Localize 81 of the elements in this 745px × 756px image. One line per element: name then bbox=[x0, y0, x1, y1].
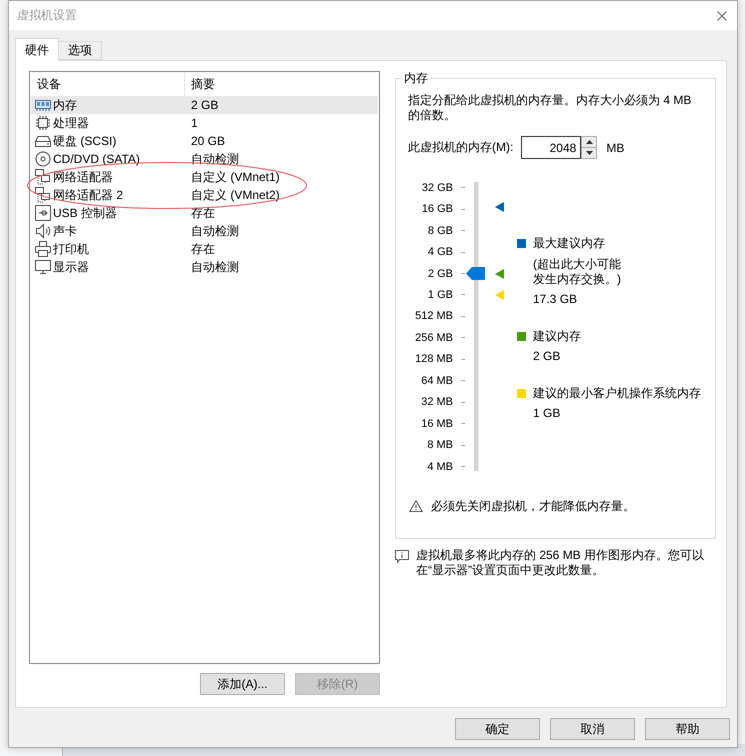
tab[interactable]: 选项 bbox=[58, 41, 102, 60]
disc-icon bbox=[35, 151, 51, 167]
device-name: 网络适配器 bbox=[53, 168, 113, 186]
scale-label: 256 MB bbox=[415, 332, 453, 344]
group-title: 内存 bbox=[402, 71, 430, 86]
device-name: 声卡 bbox=[53, 222, 77, 240]
linked-monitors-icon bbox=[35, 169, 51, 185]
device-row[interactable]: 网络适配器 2 自定义 (VMnet2) bbox=[31, 186, 378, 204]
device-name: 显示器 bbox=[53, 258, 89, 276]
window-title: 虚拟机设置 bbox=[17, 7, 77, 24]
device-row[interactable]: 声卡 自动检测 bbox=[31, 222, 378, 240]
warning-icon bbox=[409, 500, 423, 512]
device-name: 硬盘 (SCSI) bbox=[53, 132, 116, 150]
device-summary: 存在 bbox=[190, 240, 216, 258]
legend-label: 建议内存 bbox=[533, 328, 581, 344]
device-row[interactable]: 网络适配器 自定义 (VMnet1) bbox=[31, 168, 378, 186]
device-summary: 存在 bbox=[190, 204, 216, 222]
down-arrow-icon bbox=[586, 151, 593, 155]
scale-label: 128 MB bbox=[415, 353, 453, 366]
device-summary: 自动检测 bbox=[190, 258, 240, 276]
device-name: 打印机 bbox=[53, 240, 89, 258]
memory-unit: MB bbox=[606, 140, 624, 154]
memory-label: 此虚拟机的内存(M): bbox=[408, 139, 514, 156]
memory-description: 指定分配给此虚拟机的内存量。内存大小必须为 4 MB 的倍数。 bbox=[408, 93, 692, 123]
slider-thumb[interactable] bbox=[466, 267, 485, 280]
spin-down-button[interactable] bbox=[581, 147, 596, 158]
up-arrow-icon bbox=[586, 140, 593, 144]
dialog-button[interactable]: 帮助 bbox=[645, 718, 730, 740]
memory-module-icon bbox=[35, 97, 51, 113]
device-summary: 2 GB bbox=[190, 98, 220, 112]
device-summary: 1 bbox=[190, 116, 199, 130]
device-row[interactable]: 打印机 存在 bbox=[31, 240, 378, 258]
linked-monitors-icon bbox=[35, 187, 51, 203]
scale-label: 8 GB bbox=[428, 224, 453, 237]
scale-label: 4 GB bbox=[428, 246, 453, 258]
device-summary: 自定义 (VMnet2) bbox=[190, 186, 281, 204]
legend-label: 建议的最小客户机操作系统内存 bbox=[533, 385, 701, 401]
device-name: 处理器 bbox=[53, 114, 89, 132]
legend-label: 最大建议内存 bbox=[533, 235, 606, 251]
tab[interactable]: 硬件 bbox=[15, 38, 59, 61]
info-bubble-icon bbox=[395, 550, 409, 563]
device-summary: 自动检测 bbox=[190, 222, 240, 240]
scale-label: 1 GB bbox=[428, 288, 453, 301]
legend-value: 2 GB bbox=[533, 348, 562, 364]
spin-up-button[interactable] bbox=[581, 137, 596, 147]
add-button[interactable]: 添加(A)... bbox=[200, 673, 285, 695]
legend-value: 17.3 GB bbox=[533, 291, 578, 307]
scale-label: 32 MB bbox=[421, 396, 453, 408]
device-name: USB 控制器 bbox=[53, 204, 118, 222]
scale-label: 32 GB bbox=[422, 182, 453, 194]
dialog-button[interactable]: 取消 bbox=[550, 718, 635, 740]
graphics-memory-note: 虚拟机最多将此内存的 256 MB 用作图形内存。您可以在“显示器”设置页面中更改此数量。 bbox=[416, 548, 706, 577]
dialog-button[interactable]: 确定 bbox=[455, 718, 540, 740]
device-name: CD/DVD (SATA) bbox=[53, 152, 140, 166]
scale-label: 16 GB bbox=[422, 203, 453, 216]
scale-label: 8 MB bbox=[427, 439, 453, 452]
device-name: 网络适配器 2 bbox=[53, 186, 124, 204]
hard-drive-icon bbox=[35, 133, 51, 149]
chip-icon bbox=[35, 115, 51, 131]
device-name: 内存 bbox=[53, 96, 77, 114]
speaker-icon bbox=[35, 223, 51, 239]
memory-input[interactable]: 2048 bbox=[521, 136, 582, 159]
device-summary: 自定义 (VMnet1) bbox=[190, 168, 281, 186]
scale-label: 4 MB bbox=[427, 460, 453, 473]
close-icon bbox=[717, 10, 727, 20]
device-row[interactable]: 硬盘 (SCSI) 20 GB bbox=[31, 132, 378, 150]
device-row[interactable]: 显示器 自动检测 bbox=[31, 258, 378, 276]
device-row[interactable]: USB 控制器 存在 bbox=[31, 204, 378, 222]
scale-label: 64 MB bbox=[421, 374, 453, 387]
printer-icon bbox=[35, 241, 51, 257]
scale-label: 16 MB bbox=[421, 418, 453, 430]
device-summary: 20 GB bbox=[190, 134, 226, 148]
usb-icon bbox=[35, 205, 51, 221]
warning-text: 必须先关闭虚拟机，才能降低内存量。 bbox=[431, 498, 635, 514]
device-row[interactable]: 内存 2 GB bbox=[31, 96, 378, 114]
scale-label: 512 MB bbox=[415, 310, 453, 322]
scale-label: 2 GB bbox=[428, 268, 453, 280]
legend-value: 1 GB bbox=[533, 405, 562, 421]
monitor-icon bbox=[35, 259, 51, 275]
device-row[interactable]: 处理器 1 bbox=[31, 114, 378, 132]
legend-note: (超出此大小可能发生内存交换。) bbox=[533, 257, 622, 287]
